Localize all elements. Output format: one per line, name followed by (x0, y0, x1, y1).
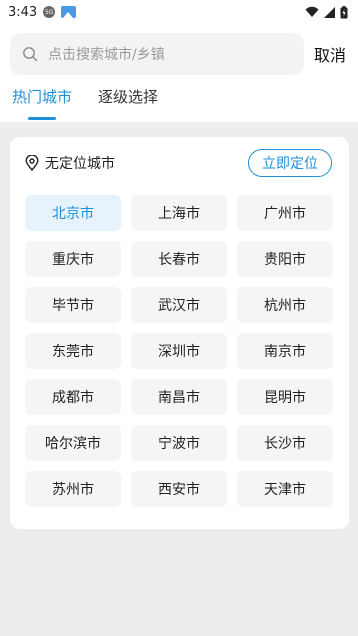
location-status-text: 无定位城市 (45, 156, 115, 172)
cancel-button[interactable]: 取消 (314, 42, 348, 66)
city-item[interactable]: 西安市 (131, 471, 227, 507)
status-time: 3:43 (8, 4, 38, 20)
city-item[interactable]: 成都市 (25, 379, 121, 415)
city-item[interactable]: 广州市 (237, 195, 333, 231)
hot-cities-card: 无定位城市 立即定位 北京市 上海市 广州市 重庆市 长春市 贵阳市 毕节市 武… (10, 137, 349, 529)
city-item[interactable]: 长春市 (131, 241, 227, 277)
city-item[interactable]: 南昌市 (131, 379, 227, 415)
top-panel: 3:43 5G 点击搜索城市/乡镇 取消 热门城市 逐级选择 (0, 0, 358, 122)
city-item[interactable]: 昆明市 (237, 379, 333, 415)
location-status: 无定位城市 (25, 153, 115, 173)
location-row: 无定位城市 立即定位 (25, 149, 332, 177)
wifi-icon (305, 6, 319, 17)
city-item[interactable]: 苏州市 (25, 471, 121, 507)
tab-bar: 热门城市 逐级选择 (0, 84, 358, 122)
city-item[interactable]: 天津市 (237, 471, 333, 507)
status-right (305, 5, 348, 19)
city-item[interactable]: 宁波市 (131, 425, 227, 461)
city-item[interactable]: 武汉市 (131, 287, 227, 323)
search-row: 点击搜索城市/乡镇 取消 (0, 24, 358, 84)
city-item[interactable]: 深圳市 (131, 333, 227, 369)
city-item[interactable]: 重庆市 (25, 241, 121, 277)
status-bar: 3:43 5G (0, 0, 358, 24)
status-left: 3:43 5G (8, 4, 77, 20)
city-item[interactable]: 毕节市 (25, 287, 121, 323)
tab-active-indicator (28, 117, 56, 120)
search-input[interactable]: 点击搜索城市/乡镇 (10, 33, 304, 75)
city-item[interactable]: 杭州市 (237, 287, 333, 323)
city-item[interactable]: 上海市 (131, 195, 227, 231)
signal-icon (324, 6, 335, 18)
tab-label: 热门城市 (12, 88, 73, 106)
city-item[interactable]: 哈尔滨市 (25, 425, 121, 461)
tab-label: 逐级选择 (98, 88, 159, 106)
tab-step-select[interactable]: 逐级选择 (98, 84, 158, 120)
battery-icon (340, 5, 348, 18)
city-item[interactable]: 贵阳市 (237, 241, 333, 277)
gallery-notification-icon (61, 6, 77, 18)
search-icon (23, 47, 38, 62)
city-item[interactable]: 南京市 (237, 333, 333, 369)
search-placeholder: 点击搜索城市/乡镇 (48, 47, 165, 63)
city-item[interactable]: 北京市 (25, 195, 121, 231)
sim-icon: 5G (43, 6, 56, 18)
city-grid: 北京市 上海市 广州市 重庆市 长春市 贵阳市 毕节市 武汉市 杭州市 东莞市 … (25, 195, 333, 507)
tab-hot-cities[interactable]: 热门城市 (12, 84, 72, 120)
city-item[interactable]: 东莞市 (25, 333, 121, 369)
location-pin-icon (25, 155, 39, 171)
locate-now-button[interactable]: 立即定位 (248, 149, 332, 177)
city-item[interactable]: 长沙市 (237, 425, 333, 461)
